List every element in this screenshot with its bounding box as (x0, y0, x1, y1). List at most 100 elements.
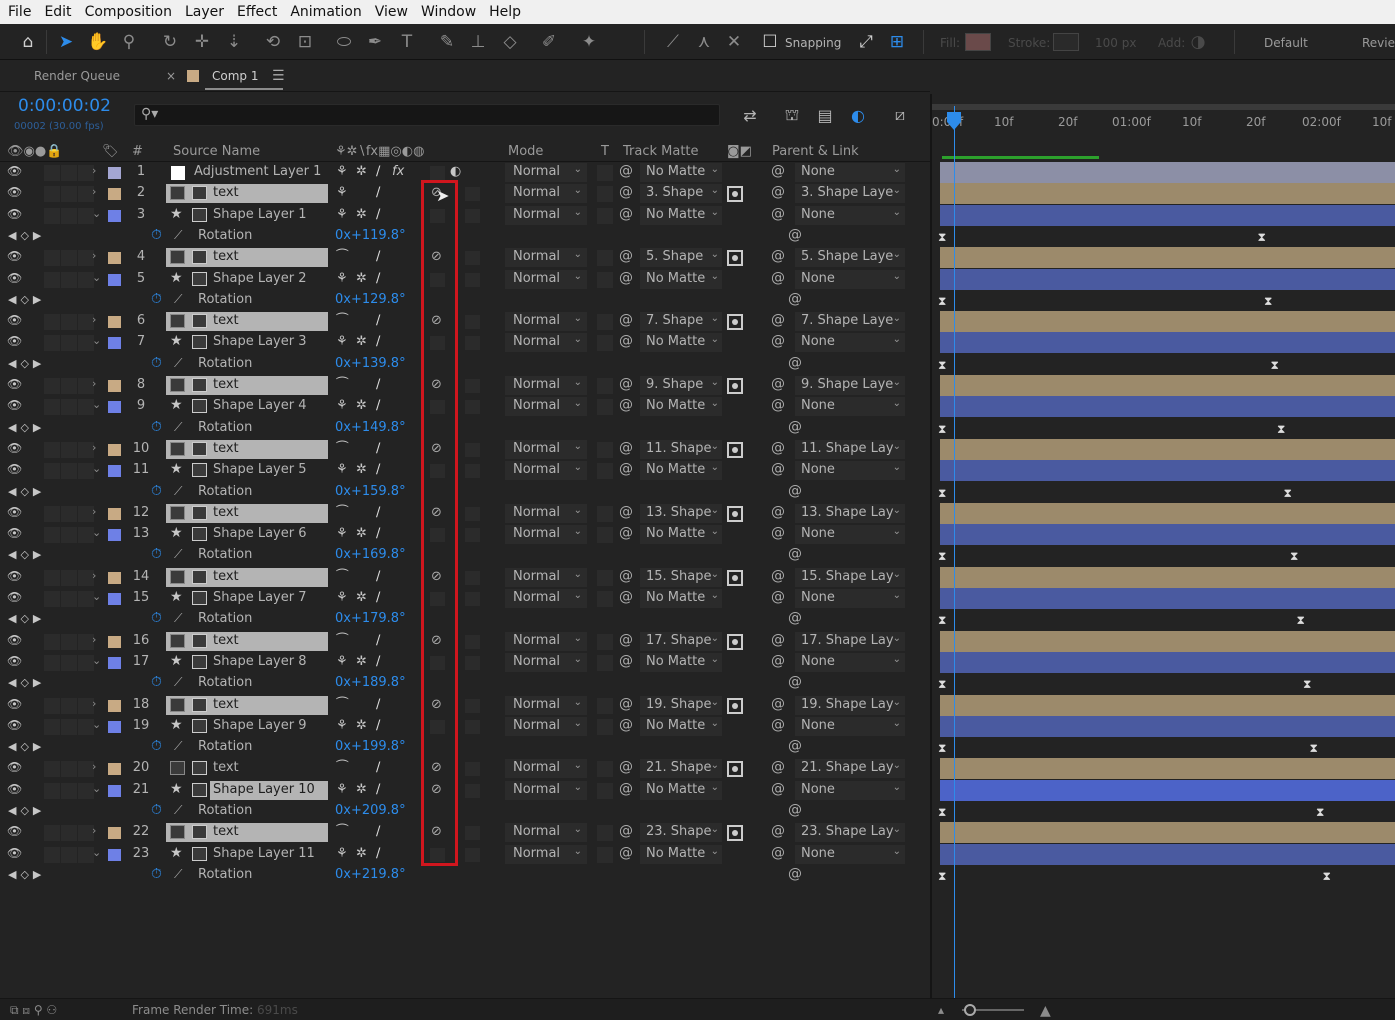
parent-select[interactable]: None ⌄ (795, 397, 905, 417)
switch-box[interactable] (61, 697, 77, 714)
twirl-icon[interactable]: ⌄ (92, 654, 101, 667)
visibility-eye-icon[interactable]: 👁 (7, 462, 22, 476)
hand-tool-icon[interactable]: ✋ (86, 30, 110, 54)
panel-menu-icon[interactable]: ☰ (272, 68, 285, 84)
parent-select[interactable]: 13. Shape Lay ⌄ (795, 503, 905, 523)
switch-box[interactable] (44, 250, 60, 267)
blend-mode-select[interactable]: Normal ⌄ (505, 184, 587, 204)
parent-select[interactable]: None ⌄ (795, 589, 905, 608)
layer-row[interactable]: 👁 ⌄ 19 ★ Shape Layer 9 ⚘ ✲ ∕ Normal ⌄ @ No Matte ⌄ @ N… (0, 716, 930, 737)
motion-blur-icon[interactable]: ◐ (846, 104, 870, 126)
layer-row[interactable]: 👁 › 4 text ⏜ ∕ ⊘ Normal ⌄ @5. Shape ⌄ @5. Shape Lay… (0, 247, 930, 268)
shy-switch-icon[interactable]: ⏜ (336, 569, 349, 584)
label-color-chip[interactable] (108, 167, 121, 179)
switch-box[interactable] (44, 718, 60, 735)
label-color-chip[interactable] (108, 635, 121, 648)
alpha-matte-icon[interactable] (727, 441, 743, 458)
adjustment-switch[interactable] (465, 698, 480, 713)
parent-pick-whip-icon[interactable]: @ (771, 717, 785, 733)
track-matte-select[interactable]: 9. Shape ⌄ (640, 376, 722, 395)
label-color-chip[interactable] (108, 209, 121, 222)
twirl-icon[interactable]: ⌄ (92, 590, 101, 603)
alpha-matte-icon[interactable] (727, 505, 743, 522)
adjustment-switch[interactable] (465, 655, 480, 670)
layer-row[interactable]: 👁 › 20 text ⏜ ∕ ⊘ Normal ⌄ @21. Shape ⌄ @21. Shape … (0, 758, 930, 779)
alpha-matte-icon[interactable] (727, 633, 743, 650)
graph-icon[interactable]: ⟋ (174, 484, 182, 499)
keyframe-marker[interactable]: ⧗ (1284, 486, 1292, 501)
twirl-icon[interactable]: ⌄ (92, 718, 101, 731)
keyframe-navigator-icon[interactable]: ◀◇▶ (8, 357, 45, 370)
pick-whip-icon[interactable]: @ (619, 461, 633, 477)
pick-whip-icon[interactable]: @ (619, 440, 633, 456)
parent-pick-whip-icon[interactable]: @ (771, 461, 785, 477)
label-color-chip[interactable] (108, 401, 121, 414)
switch-box[interactable] (44, 782, 60, 799)
world-axis-icon[interactable]: ⋏ (692, 30, 716, 54)
type-tool-icon[interactable]: T (395, 30, 419, 54)
parent-pick-whip-icon[interactable]: @ (771, 206, 785, 222)
orbit-camera-icon[interactable]: ↻ (158, 30, 182, 54)
quality-switch-icon[interactable]: ∕ (376, 462, 380, 477)
track-matte-select[interactable]: 17. Shape ⌄ (640, 631, 722, 651)
pick-whip-icon[interactable]: @ (619, 163, 633, 179)
rotation-value[interactable]: 0x+169.8° (335, 547, 406, 562)
preserve-transparency-box[interactable] (597, 761, 613, 778)
track-matte-select[interactable]: 5. Shape ⌄ (640, 248, 722, 268)
pen-tool-icon[interactable]: ✒ (363, 30, 387, 54)
track-matte-select[interactable]: 15. Shape ⌄ (640, 567, 722, 587)
switch-box[interactable] (61, 335, 77, 352)
label-color-chip[interactable] (108, 316, 121, 329)
close-tab-icon[interactable]: × (166, 69, 176, 83)
rotation-value[interactable]: 0x+159.8° (335, 484, 406, 499)
expression-pick-whip-icon[interactable]: @ (788, 355, 802, 371)
track-matte-select[interactable]: 19. Shape ⌄ (640, 695, 722, 715)
blend-mode-select[interactable]: Normal ⌄ (505, 376, 587, 395)
adjustment-switch[interactable] (465, 272, 480, 287)
parent-pick-whip-icon[interactable]: @ (771, 440, 785, 456)
visibility-eye-icon[interactable]: 👁 (7, 505, 22, 519)
parent-select[interactable]: 3. Shape Laye ⌄ (795, 184, 905, 204)
visibility-eye-icon[interactable]: 👁 (7, 526, 22, 540)
layer-duration-bar[interactable] (940, 183, 1395, 205)
visibility-eye-icon[interactable]: 👁 (7, 377, 22, 391)
visibility-eye-icon[interactable]: 👁 (7, 633, 22, 647)
layer-row[interactable]: 👁 › 18 text ⏜ ∕ ⊘ Normal ⌄ @19. Shape ⌄ @19. Shape … (0, 695, 930, 716)
blend-mode-select[interactable]: Normal ⌄ (505, 695, 587, 715)
layer-duration-bar[interactable] (940, 566, 1395, 588)
switch-box[interactable] (44, 378, 60, 394)
keyframe-marker[interactable]: ⧗ (938, 422, 946, 437)
graph-editor-icon[interactable]: ⧄ (888, 104, 912, 126)
switch-box[interactable] (44, 441, 60, 458)
quality-switch-icon[interactable]: ∕ (376, 782, 380, 797)
visibility-eye-icon[interactable]: 👁 (7, 441, 22, 455)
adjustment-switch[interactable] (465, 826, 480, 841)
twirl-icon[interactable]: › (92, 164, 96, 177)
view-axis-icon[interactable]: ✕ (722, 30, 746, 54)
switch-box[interactable] (61, 314, 77, 331)
layer-row[interactable]: 👁 › 12 text ⏜ ∕ ⊘ Normal ⌄ @13. Shape ⌄ @13. Shape … (0, 503, 930, 524)
layer-duration-bar[interactable] (940, 438, 1395, 460)
adjustment-switch[interactable] (465, 336, 480, 351)
quality-switch-icon[interactable]: ∕ (376, 590, 380, 605)
keyframe-navigator-icon[interactable]: ◀◇▶ (8, 229, 45, 242)
source-name-box[interactable] (166, 567, 328, 587)
adjustment-switch[interactable] (465, 634, 480, 649)
twirl-icon[interactable]: ⌄ (92, 462, 101, 475)
expression-pick-whip-icon[interactable]: @ (788, 291, 802, 307)
pick-whip-icon[interactable]: @ (619, 696, 633, 712)
switch-box[interactable] (44, 335, 60, 352)
alpha-matte-icon[interactable] (727, 825, 743, 842)
fill-swatch[interactable] (965, 33, 991, 51)
parent-select[interactable]: None ⌄ (795, 205, 905, 225)
status-icons[interactable]: ⧉ ⧈ ⚲ ⚇ (10, 1003, 57, 1018)
stopwatch-icon[interactable]: ⏱ (151, 546, 162, 562)
preserve-transparency-box[interactable] (597, 654, 613, 671)
layer-row[interactable]: 👁 ⌄ 3 ★ Shape Layer 1 ⚘ ✲ ∕ Normal ⌄ @ No Matte ⌄ @ No… (0, 205, 930, 226)
quality-switch-icon[interactable]: ∕ (376, 271, 380, 286)
layer-duration-bar[interactable] (940, 758, 1395, 780)
switch-box[interactable] (44, 591, 60, 607)
source-name-box[interactable] (166, 312, 328, 332)
quality-switch-icon[interactable]: ∕ (376, 505, 380, 520)
preserve-transparency-box[interactable] (597, 633, 613, 650)
